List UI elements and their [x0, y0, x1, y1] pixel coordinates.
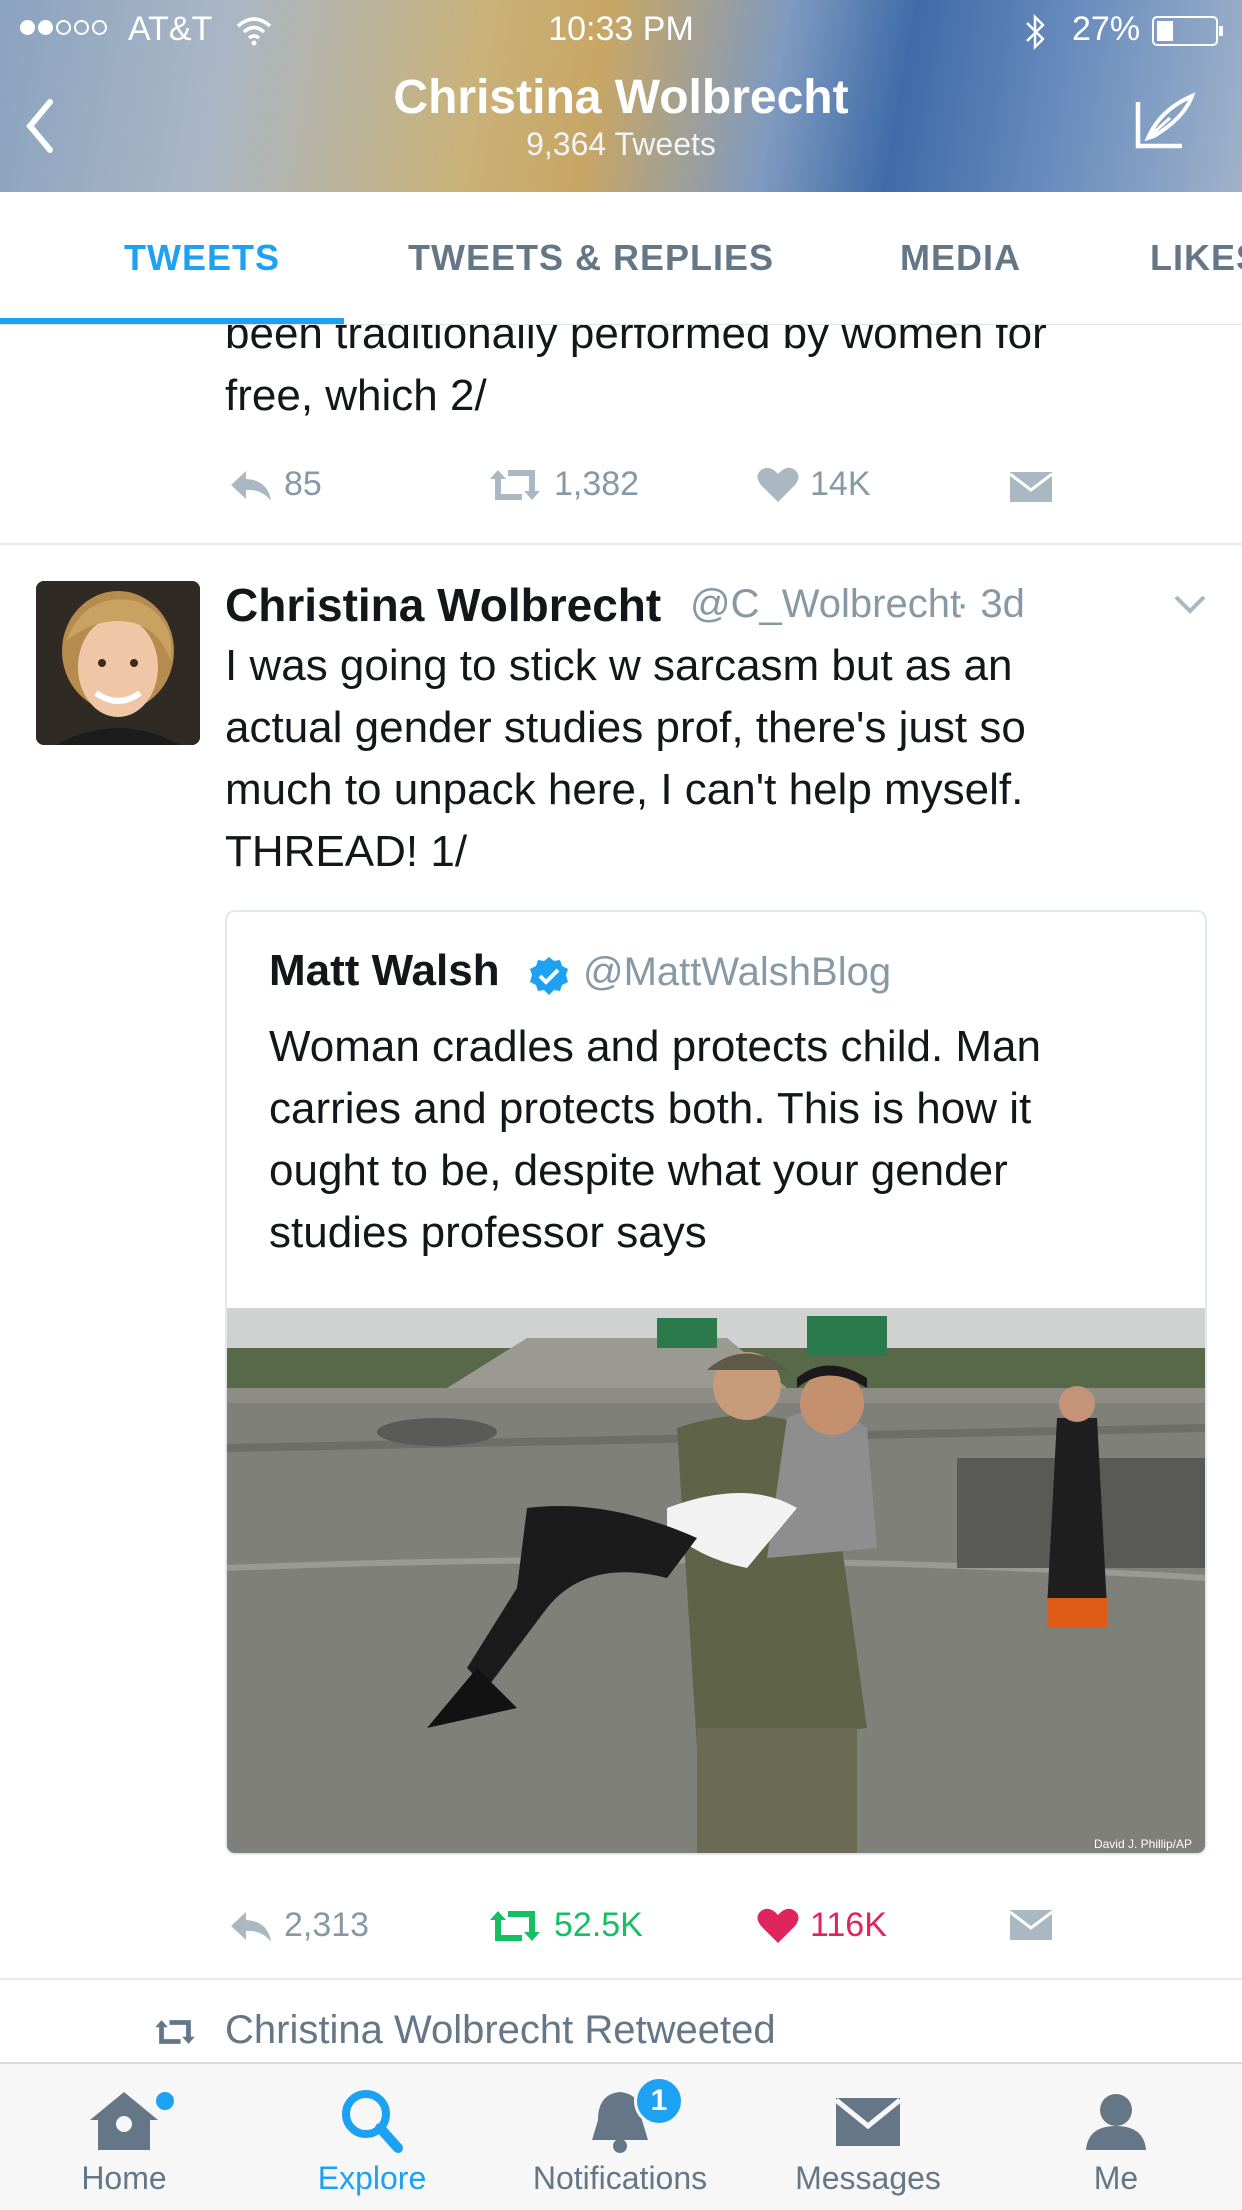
quoted-author-handle: @MattWalshBlog — [583, 950, 892, 994]
author-handle[interactable]: @C_Wolbrecht — [690, 582, 961, 627]
heart-icon — [757, 467, 799, 502]
notification-badge: 1 — [634, 2076, 684, 2126]
like-count: 14K — [810, 465, 871, 503]
direct-message-icon[interactable] — [1008, 1908, 1054, 1942]
profile-header: AT&T 10:33 PM 27% Christina Wolbrecht 9,… — [0, 0, 1242, 192]
heart-icon — [757, 1908, 799, 1943]
tweet-text-line: I was going to stick w sarcasm but as an — [225, 641, 1013, 690]
nav-label: Home — [81, 2160, 167, 2196]
flood-rescue-photo[interactable]: David J. Phillip/AP — [227, 1308, 1207, 1855]
tweet-text-line: been traditionally performed by women fo… — [225, 325, 1047, 358]
bluetooth-icon — [1026, 14, 1045, 50]
quoted-text-line: Woman cradles and protects child. Man — [269, 1022, 1041, 1071]
nav-label: Explore — [317, 2160, 427, 2196]
reply-button[interactable]: 85 — [228, 465, 322, 504]
tweet-count: 9,364 Tweets — [526, 126, 716, 162]
nav-label: Messages — [795, 2160, 941, 2196]
battery-percent: 27% — [1072, 10, 1141, 48]
avatar[interactable] — [36, 581, 200, 745]
direct-message-icon[interactable] — [1008, 470, 1054, 504]
nav-label: Notifications — [532, 2160, 708, 2196]
quoted-text-line: studies professor says — [269, 1208, 707, 1257]
active-tab-indicator — [0, 318, 344, 324]
tweet-text-line: free, which 2/ — [225, 371, 487, 420]
retweet-button[interactable]: 1,382 — [486, 465, 639, 504]
search-icon — [342, 2090, 403, 2153]
battery-icon — [1152, 16, 1223, 46]
verified-badge-icon — [530, 957, 568, 995]
nav-label: Me — [1093, 2160, 1139, 2196]
retweet-button[interactable]: 52.5K — [486, 1906, 643, 1945]
reply-button[interactable]: 2,313 — [228, 1906, 369, 1945]
tweet-text-line: much to unpack here, I can't help myself… — [225, 765, 1024, 814]
like-count: 116K — [810, 1906, 887, 1944]
nav-explore[interactable]: Explore — [248, 2064, 496, 2210]
compose-tweet-icon[interactable] — [1130, 88, 1200, 154]
profile-name-title: Christina Wolbrecht — [393, 71, 849, 124]
quoted-author-name: Matt Walsh — [269, 946, 500, 995]
retweet-icon — [490, 469, 540, 500]
home-icon — [90, 2092, 158, 2150]
tweet-divider — [0, 1978, 1242, 1980]
chevron-down-icon[interactable] — [1172, 592, 1208, 616]
tab-tweets[interactable]: TWEETS — [124, 237, 280, 279]
tab-likes[interactable]: LIKES — [1150, 237, 1242, 279]
profile-tabs: TWEETS TWEETS & REPLIES MEDIA LIKES — [0, 192, 1242, 325]
retweet-icon — [490, 1910, 540, 1941]
retweet-count: 1,382 — [554, 465, 640, 503]
reply-count: 2,313 — [284, 1906, 370, 1944]
photo-credit: David J. Phillip/AP — [1094, 1837, 1192, 1851]
nav-notifications[interactable]: 1 Notifications — [496, 2064, 744, 2210]
quoted-text-line: ought to be, despite what your gender — [269, 1146, 1008, 1195]
like-button[interactable]: 14K — [756, 465, 871, 504]
envelope-icon — [834, 2098, 902, 2146]
author-name[interactable]: Christina Wolbrecht — [225, 578, 661, 632]
tweet-text-line: THREAD! 1/ — [225, 827, 468, 876]
retweeted-notice: Christina Wolbrecht Retweeted — [225, 2008, 776, 2052]
retweet-icon — [155, 2020, 195, 2044]
nav-messages[interactable]: Messages — [744, 2064, 992, 2210]
like-button[interactable]: 116K — [756, 1906, 887, 1945]
person-icon — [1086, 2094, 1146, 2150]
nav-home[interactable]: Home — [0, 2064, 248, 2210]
reply-icon — [231, 470, 271, 501]
bottom-tab-bar: Home Explore 1 Notifications Messages Me — [0, 2062, 1242, 2210]
retweet-count: 52.5K — [554, 1906, 643, 1944]
tweet-divider — [0, 543, 1242, 545]
tweet-timestamp: · 3d — [956, 582, 1025, 626]
tweet-text-line: actual gender studies prof, there's just… — [225, 703, 1026, 752]
reply-icon — [231, 1911, 271, 1942]
quoted-text-line: carries and protects both. This is how i… — [269, 1084, 1032, 1133]
previous-tweet[interactable]: been traditionally performed by women fo… — [0, 325, 1242, 545]
nav-me[interactable]: Me — [992, 2064, 1240, 2210]
tab-media[interactable]: MEDIA — [900, 237, 1021, 279]
clock: 10:33 PM — [548, 10, 694, 48]
new-content-dot — [156, 2092, 174, 2110]
tab-tweets-and-replies[interactable]: TWEETS & REPLIES — [408, 237, 774, 279]
reply-count: 85 — [284, 465, 322, 503]
quoted-tweet-card[interactable]: Matt Walsh @MattWalshBlog Woman cradles … — [225, 910, 1207, 1855]
